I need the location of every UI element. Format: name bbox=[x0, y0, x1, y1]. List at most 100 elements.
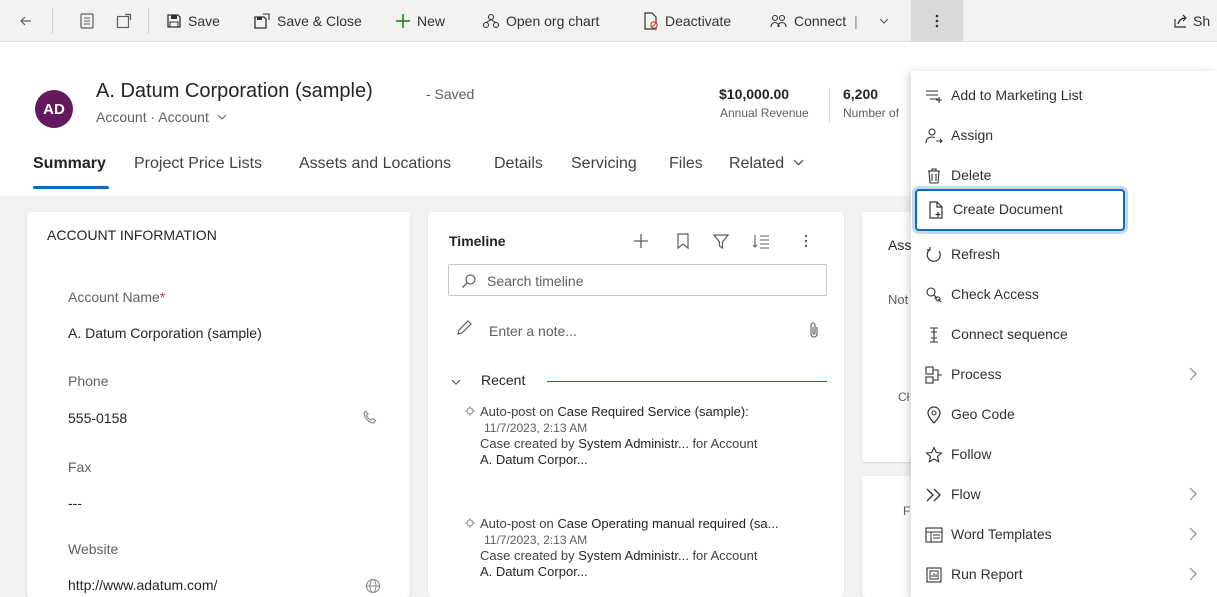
tab-active-indicator bbox=[33, 186, 109, 189]
chevron-down-icon bbox=[879, 18, 889, 24]
metric-employees-value: 6,200 bbox=[843, 86, 879, 102]
recent-group-label: Recent bbox=[481, 372, 526, 388]
command-bar: Save Save & Close New Open org chart Dea… bbox=[0, 0, 1217, 42]
website-label: Website bbox=[68, 541, 119, 557]
tab-details[interactable]: Details bbox=[494, 155, 543, 173]
filter-icon[interactable] bbox=[713, 232, 729, 250]
divider bbox=[52, 8, 53, 34]
more-commands-button[interactable] bbox=[911, 0, 963, 42]
menu-item-flow[interactable]: Flow bbox=[911, 475, 1217, 515]
timeline-title: Timeline bbox=[449, 233, 506, 249]
saved-status: - Saved bbox=[426, 86, 475, 102]
chevron-right-icon bbox=[1189, 567, 1197, 581]
share-icon bbox=[1174, 14, 1187, 28]
divider bbox=[829, 88, 830, 122]
website-field[interactable]: http://www.adatum.com/ bbox=[68, 577, 217, 593]
globe-icon[interactable] bbox=[365, 578, 381, 594]
pop-out-button[interactable] bbox=[116, 0, 132, 42]
split-divider: | bbox=[854, 13, 858, 29]
search-icon bbox=[462, 274, 476, 288]
note-input[interactable]: Enter a note... bbox=[489, 323, 577, 339]
save-close-icon bbox=[254, 13, 270, 29]
chevron-down-icon[interactable] bbox=[450, 376, 462, 388]
open-org-chart-button[interactable]: Open org chart bbox=[482, 0, 599, 42]
list-add-icon bbox=[926, 90, 942, 103]
fax-field[interactable]: --- bbox=[68, 495, 82, 511]
menu-item-create-document[interactable]: Create Document bbox=[915, 189, 1125, 231]
tab-files[interactable]: Files bbox=[669, 155, 703, 173]
phone-label: Phone bbox=[68, 373, 109, 389]
sort-icon[interactable] bbox=[752, 232, 770, 250]
back-button[interactable] bbox=[18, 0, 34, 42]
plus-icon bbox=[396, 14, 410, 28]
key-search-icon bbox=[926, 287, 942, 303]
chevron-right-icon bbox=[1189, 367, 1197, 381]
save-close-button[interactable]: Save & Close bbox=[253, 0, 362, 42]
assistant-card-title: Ass bbox=[888, 237, 912, 253]
save-label: Save bbox=[188, 13, 220, 29]
menu-item-geo-code[interactable]: Geo Code bbox=[911, 395, 1217, 435]
sequence-icon bbox=[930, 327, 938, 343]
menu-item-add-to-marketing-list[interactable]: Add to Marketing List bbox=[911, 76, 1217, 116]
timeline-post[interactable]: Auto-post on Case Required Service (samp… bbox=[464, 404, 757, 468]
connect-dropdown-button[interactable] bbox=[878, 0, 890, 42]
trash-icon bbox=[928, 168, 940, 184]
post-date: 11/7/2023, 2:13 AM bbox=[484, 533, 588, 547]
tab-project-price-lists[interactable]: Project Price Lists bbox=[134, 155, 262, 173]
phone-field[interactable]: 555-0158 bbox=[68, 410, 127, 426]
more-vertical-icon bbox=[935, 14, 939, 28]
word-template-icon bbox=[925, 527, 943, 543]
menu-item-process[interactable]: Process bbox=[911, 355, 1217, 395]
deactivate-button[interactable]: Deactivate bbox=[643, 0, 731, 42]
tab-related[interactable]: Related bbox=[729, 155, 804, 173]
new-button[interactable]: New bbox=[395, 0, 445, 42]
record-title: A. Datum Corporation (sample) bbox=[96, 80, 373, 102]
menu-item-follow[interactable]: Follow bbox=[911, 435, 1217, 475]
new-label: New bbox=[417, 13, 446, 29]
person-arrow-icon bbox=[925, 128, 943, 144]
phone-icon[interactable] bbox=[362, 409, 378, 425]
assistant-card-text: Cł bbox=[898, 390, 910, 404]
connect-button[interactable]: Connect | bbox=[770, 0, 858, 42]
report-icon bbox=[926, 567, 942, 583]
location-pin-icon bbox=[927, 406, 941, 424]
pencil-icon bbox=[457, 320, 472, 335]
menu-item-check-access[interactable]: Check Access bbox=[911, 275, 1217, 315]
chevron-right-icon bbox=[1189, 487, 1197, 501]
tab-summary[interactable]: Summary bbox=[33, 155, 106, 173]
account-name-label: Account Name* bbox=[68, 289, 166, 305]
menu-item-run-report[interactable]: Run Report bbox=[911, 555, 1217, 595]
menu-item-word-templates[interactable]: Word Templates bbox=[911, 515, 1217, 555]
recent-divider bbox=[547, 381, 827, 382]
menu-item-connect-sequence[interactable]: Connect sequence bbox=[911, 315, 1217, 355]
tab-servicing[interactable]: Servicing bbox=[571, 155, 637, 173]
divider bbox=[148, 8, 149, 34]
fax-label: Fax bbox=[68, 459, 92, 475]
auto-post-icon bbox=[465, 518, 475, 528]
chevron-down-icon bbox=[217, 114, 227, 120]
form-view-button[interactable] bbox=[80, 0, 94, 42]
side-card-text: F bbox=[903, 504, 911, 518]
tab-assets-and-locations[interactable]: Assets and Locations bbox=[299, 155, 451, 173]
star-icon bbox=[925, 446, 943, 463]
chevron-down-icon bbox=[793, 159, 803, 166]
process-icon bbox=[925, 366, 942, 384]
attachment-icon[interactable] bbox=[808, 321, 820, 339]
section-title: ACCOUNT INFORMATION bbox=[47, 227, 217, 243]
bookmark-icon[interactable] bbox=[676, 232, 690, 250]
account-information-card bbox=[27, 212, 410, 597]
share-button[interactable]: Sh bbox=[1173, 0, 1210, 42]
assistant-card-text: Not bbox=[888, 292, 909, 307]
entity-type-selector[interactable]: Account · Account bbox=[96, 109, 227, 125]
menu-item-refresh[interactable]: Refresh bbox=[911, 235, 1217, 275]
plus-icon[interactable] bbox=[632, 232, 650, 250]
save-button[interactable]: Save bbox=[166, 0, 220, 42]
post-date: 11/7/2023, 2:13 AM bbox=[484, 421, 588, 435]
metric-annual-revenue-value: $10,000.00 bbox=[719, 86, 790, 102]
timeline-post[interactable]: Auto-post on Case Operating manual requi… bbox=[464, 516, 778, 580]
timeline-search-input[interactable]: Search timeline bbox=[448, 264, 827, 296]
more-vertical-icon[interactable] bbox=[804, 232, 808, 250]
account-name-field[interactable]: A. Datum Corporation (sample) bbox=[68, 325, 262, 341]
menu-item-assign[interactable]: Assign bbox=[911, 116, 1217, 156]
avatar: AD bbox=[35, 90, 73, 128]
